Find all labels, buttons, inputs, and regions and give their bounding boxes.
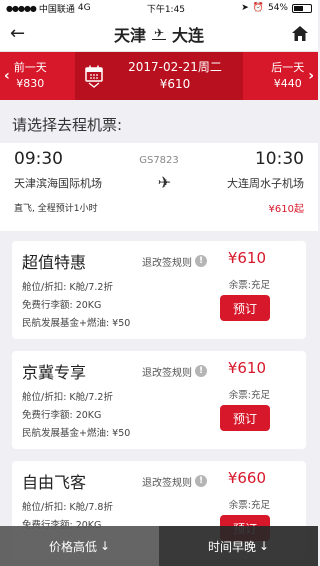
current-date-button[interactable]: 2017-02-21周二 ¥610 <box>75 52 243 100</box>
sort-time-label: 时间早晚 <box>207 539 256 554</box>
arrive-time: 10:30 <box>254 149 304 169</box>
refund-rule-label: 退改签规则 <box>142 257 192 269</box>
cabin-price: ¥660 <box>227 469 266 487</box>
cabin-price: ¥610 <box>227 249 266 267</box>
info-icon: ! <box>195 365 207 377</box>
status-left: ●●●●● 中国联通 4G <box>6 2 91 15</box>
info-icon: ! <box>195 255 207 267</box>
next-day-label: 后一天 <box>271 61 305 74</box>
book-button[interactable]: 预订 <box>220 295 270 321</box>
battery-icon <box>292 3 312 13</box>
depart-airport: 天津滨海国际机场 <box>14 176 102 190</box>
from-price: ¥610起 <box>268 204 304 215</box>
depart-time: 09:30 <box>14 149 63 169</box>
sort-price-label: 价格高低 <box>48 539 97 554</box>
section-title: 请选择去程机票: <box>12 116 123 134</box>
sort-by-time-button[interactable]: 时间早晚 ↓ <box>159 526 318 566</box>
prev-day-price: ¥830 <box>16 77 45 90</box>
status-bar: ●●●●● 中国联通 4G 下午1:45 ➤ ⏰ 54% <box>0 0 318 16</box>
home-icon[interactable] <box>284 26 308 41</box>
network-label: 4G <box>77 3 91 13</box>
route-title: 天津 ✈ 大连 <box>114 22 204 46</box>
prev-day-button[interactable]: ‹ 前一天 ¥830 <box>0 52 75 100</box>
location-icon: ➤ <box>241 3 249 13</box>
to-city: 大连 <box>172 25 205 45</box>
flight-card[interactable]: 09:30 GS7823 10:30 天津滨海国际机场 ✈ 大连周水子机场 直飞… <box>0 143 318 231</box>
battery-label: 54% <box>267 3 288 13</box>
refund-rule-link[interactable]: 退改签规则! <box>142 474 207 489</box>
nav-bar: ← 天津 ✈ 大连 <box>0 16 318 52</box>
from-city: 天津 <box>113 25 146 45</box>
cabin-list: 超值特惠 退改签规则! ¥610 舱位/折扣: K舱/7.2折 免费行李额: 2… <box>0 231 318 559</box>
alarm-icon: ⏰ <box>252 3 264 13</box>
book-button[interactable]: 预订 <box>220 405 270 431</box>
status-time: 下午1:45 <box>146 4 186 15</box>
prev-day-label: 前一天 <box>13 61 47 74</box>
chevron-down-icon <box>88 81 100 88</box>
chevron-right-icon: › <box>308 68 314 84</box>
next-day-button[interactable]: 后一天 ¥440 › <box>243 52 318 100</box>
current-price: ¥610 <box>159 77 191 91</box>
cabin-card: 京冀专享 退改签规则! ¥610 舱位/折扣: K舱/7.2折 免费行李额: 2… <box>12 351 306 449</box>
seats-left: 余票:充足 <box>228 280 270 291</box>
chevron-left-icon: ‹ <box>4 68 10 84</box>
refund-rule-label: 退改签规则 <box>142 477 192 489</box>
cabin-name: 京冀专享 <box>22 363 87 382</box>
sort-bar: 价格高低 ↓ 时间早晚 ↓ <box>0 526 318 566</box>
info-icon: ! <box>195 475 207 487</box>
date-bar: ‹ 前一天 ¥830 2017-02-21周二 ¥610 后一天 ¥440 › <box>0 52 318 100</box>
sort-by-price-button[interactable]: 价格高低 ↓ <box>0 526 159 566</box>
cabin-price: ¥610 <box>227 359 266 377</box>
refund-rule-link[interactable]: 退改签规则! <box>142 254 207 269</box>
cabin-name: 超值特惠 <box>22 253 87 272</box>
calendar-icon <box>85 65 103 88</box>
carrier-label: 中国联通 <box>38 4 75 15</box>
back-arrow-icon[interactable]: ← <box>10 23 34 44</box>
refund-rule-link[interactable]: 退改签规则! <box>142 364 207 379</box>
status-right: ➤ ⏰ 54% <box>241 3 312 13</box>
cabin-card: 超值特惠 退改签规则! ¥610 舱位/折扣: K舱/7.2折 免费行李额: 2… <box>12 241 306 339</box>
arrow-down-icon: ↓ <box>99 539 111 553</box>
arrow-down-icon: ↓ <box>258 539 270 553</box>
plane-icon: ✈ <box>157 173 172 192</box>
next-day-price: ¥440 <box>273 77 302 90</box>
seats-left: 余票:充足 <box>228 500 270 511</box>
seats-left: 余票:充足 <box>228 390 270 401</box>
plane-icon: ✈ <box>151 26 167 40</box>
signal-icon: ●●●●● <box>6 3 37 13</box>
refund-rule-label: 退改签规则 <box>142 367 192 379</box>
arrive-airport: 大连周水子机场 <box>227 176 304 190</box>
cabin-name: 自由飞客 <box>22 473 87 492</box>
flight-info: 直飞, 全程预计1小时 <box>14 204 98 214</box>
flight-number: GS7823 <box>139 154 179 166</box>
current-date: 2017-02-21周二 <box>128 60 222 74</box>
